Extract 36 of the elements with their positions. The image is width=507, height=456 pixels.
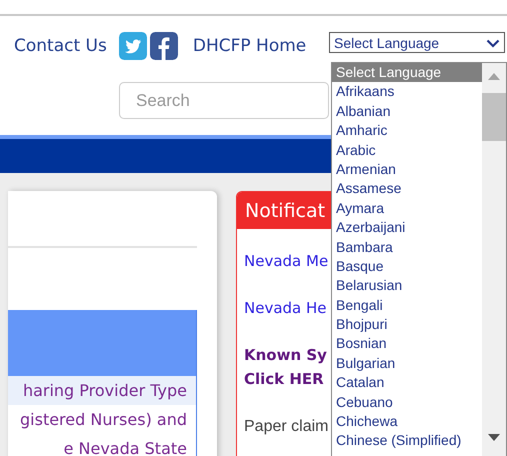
- language-option[interactable]: Bulgarian: [332, 354, 482, 374]
- language-option[interactable]: Chichewa: [332, 412, 482, 432]
- notice-headline: Click HER: [244, 369, 324, 389]
- table-text: gistered Nurses) and: [20, 410, 187, 429]
- language-option[interactable]: Catalan: [332, 373, 482, 393]
- nav-link[interactable]: DHCFP Home: [192, 36, 306, 56]
- facebook-icon[interactable]: [150, 32, 178, 60]
- language-option[interactable]: Basque: [332, 256, 482, 276]
- notice-text: Paper claim: [244, 418, 328, 436]
- scroll-thumb[interactable]: [482, 93, 506, 141]
- notice-link[interactable]: Nevada He: [244, 298, 327, 318]
- language-option[interactable]: Chinese (Simplified): [332, 431, 482, 451]
- scroll-down-icon[interactable]: [488, 434, 500, 442]
- language-option[interactable]: Bengali: [332, 296, 482, 316]
- language-option[interactable]: Belarusian: [332, 276, 482, 296]
- language-option[interactable]: Afrikaans: [332, 82, 482, 102]
- language-option[interactable]: Aymara: [332, 198, 482, 218]
- language-option[interactable]: Albanian: [332, 102, 482, 122]
- notice-headline: Known Sy: [244, 345, 327, 365]
- scrollbar[interactable]: [482, 63, 506, 456]
- search-field[interactable]: Search: [119, 82, 329, 119]
- language-option[interactable]: Bosnian: [332, 334, 482, 354]
- table-text: haring Provider Type: [22, 381, 187, 400]
- nav-link[interactable]: Contact Us: [14, 36, 107, 56]
- language-select[interactable]: Select Language: [329, 32, 505, 53]
- language-option[interactable]: Amharic: [332, 121, 482, 141]
- language-option[interactable]: Arabic: [332, 140, 482, 160]
- language-option[interactable]: Cebuano: [332, 392, 482, 412]
- language-option[interactable]: Select Language: [332, 63, 482, 82]
- language-option[interactable]: Bhojpuri: [332, 315, 482, 334]
- chevron-icon: [486, 38, 500, 48]
- language-option[interactable]: Armenian: [332, 160, 482, 180]
- language-option[interactable]: Bambara: [332, 238, 482, 257]
- notice-link[interactable]: Nevada Me: [244, 251, 328, 271]
- scroll-up-icon[interactable]: [488, 72, 500, 80]
- table-text: e Nevada State: [64, 439, 187, 456]
